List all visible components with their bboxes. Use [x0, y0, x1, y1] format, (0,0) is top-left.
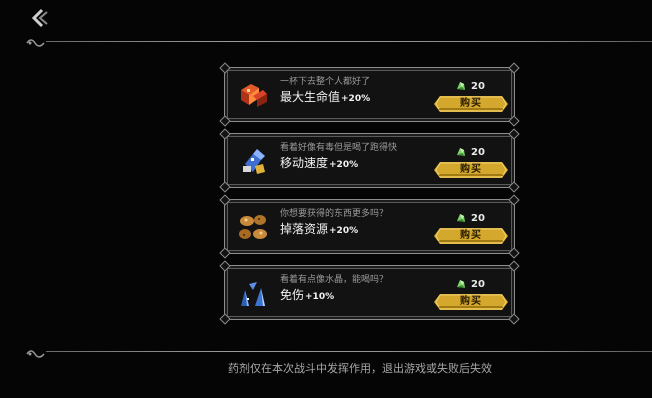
blue-crystal-shards-icon: [235, 276, 271, 310]
item-price-value: 20: [471, 279, 485, 290]
item-stat-label: 最大生命值: [280, 90, 341, 104]
buy-button[interactable]: 购买: [434, 162, 508, 178]
item-flavor-text: 看着有点像水晶，能喝吗？: [280, 275, 389, 285]
item-stat-value: +20%: [341, 94, 371, 104]
card-corner: [508, 115, 520, 127]
card-corner: [508, 181, 520, 193]
item-flavor-text: 看着好像有毒但是喝了跑得快: [280, 143, 398, 153]
card-corner: [508, 247, 520, 259]
shop-item-card: 你想要获得的东西更多吗？ 掉落资源+20% 20 购买: [219, 194, 520, 259]
item-price-value: 20: [471, 213, 485, 224]
item-stat: 免伤+10%: [280, 286, 334, 303]
item-flavor-text: 一杯下去整个人都好了: [280, 77, 371, 87]
red-gem-potion-icon: [235, 78, 271, 112]
bottom-divider: [46, 351, 652, 352]
item-stat-value: +10%: [305, 292, 335, 302]
bottom-ornament-icon: [26, 345, 46, 358]
card-corner: [508, 313, 520, 325]
buy-button-label: 购买: [460, 164, 482, 175]
item-stat-label: 移动速度: [280, 156, 329, 170]
shop-item-card: 看着有点像水晶，能喝吗？ 免伤+10% 20 购买: [219, 260, 520, 325]
green-crystal-icon: [455, 143, 467, 162]
card-corner: [508, 62, 520, 74]
item-stat: 最大生命值+20%: [280, 88, 370, 105]
card-corner: [219, 128, 231, 140]
card-corner: [508, 194, 520, 206]
item-price: 20: [455, 77, 485, 96]
card-corner: [219, 181, 231, 193]
buy-button-label: 购买: [460, 98, 482, 109]
card-corner: [219, 260, 231, 272]
potion-notice: 药剂仅在本次战斗中发挥作用，退出游戏或失败后失效: [228, 362, 492, 375]
gold-ore-potion-icon: [235, 210, 271, 244]
card-corner: [508, 128, 520, 140]
item-stat-label: 免伤: [280, 288, 305, 302]
buy-button-label: 购买: [460, 230, 482, 241]
buy-button[interactable]: 购买: [434, 96, 508, 112]
item-stat: 移动速度+20%: [280, 154, 358, 171]
blue-vial-potion-icon: [235, 144, 271, 178]
top-divider: [46, 41, 652, 42]
item-price: 20: [455, 275, 485, 294]
buy-button-label: 购买: [460, 296, 482, 307]
card-corner: [219, 194, 231, 206]
card-corner: [219, 62, 231, 74]
green-crystal-icon: [455, 275, 467, 294]
green-crystal-icon: [455, 209, 467, 228]
card-corner: [508, 260, 520, 272]
item-stat-value: +20%: [329, 160, 359, 170]
card-corner: [219, 115, 231, 127]
item-stat-value: +20%: [329, 226, 359, 236]
item-price: 20: [455, 209, 485, 228]
item-price: 20: [455, 143, 485, 162]
item-flavor-text: 你想要获得的东西更多吗？: [280, 209, 389, 219]
shop-item-card: 一杯下去整个人都好了 最大生命值+20% 20 购买: [219, 62, 520, 127]
back-arrow-icon[interactable]: [28, 8, 50, 32]
green-crystal-icon: [455, 77, 467, 96]
item-price-value: 20: [471, 81, 485, 92]
buy-button[interactable]: 购买: [434, 294, 508, 310]
card-corner: [219, 313, 231, 325]
item-stat-label: 掉落资源: [280, 222, 329, 236]
top-ornament-icon: [26, 34, 46, 47]
card-corner: [219, 247, 231, 259]
buy-button[interactable]: 购买: [434, 228, 508, 244]
item-stat: 掉落资源+20%: [280, 220, 358, 237]
item-price-value: 20: [471, 147, 485, 158]
shop-item-card: 看着好像有毒但是喝了跑得快 移动速度+20% 20 购买: [219, 128, 520, 193]
